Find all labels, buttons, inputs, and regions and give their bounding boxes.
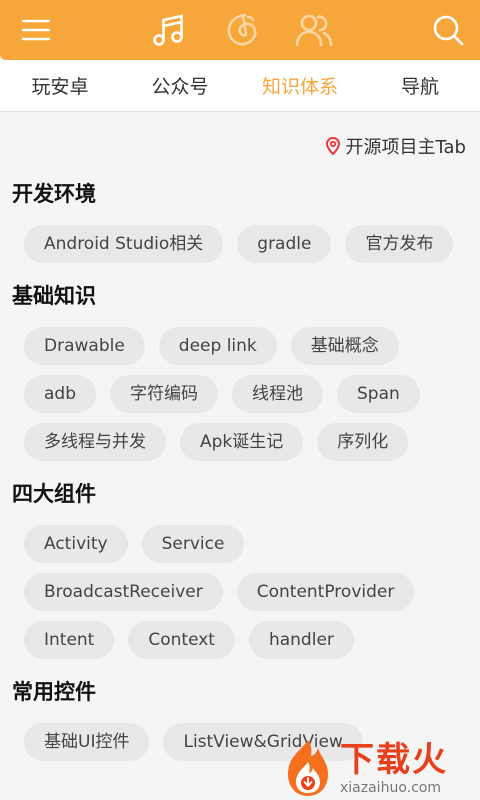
tag-group: Drawable deep link 基础概念 adb 字符编码 线程池 Span 多线程与并… [12, 327, 468, 471]
tab-bar: 玩安卓 公众号 知识体系 导航 [0, 60, 480, 112]
app-header [0, 0, 480, 60]
location-pin-icon [325, 137, 340, 155]
tag-chip[interactable]: Activity [24, 525, 128, 563]
tag-chip[interactable]: 官方发布 [345, 225, 454, 263]
music-note-icon[interactable] [144, 6, 192, 54]
tag-chip[interactable]: 字符编码 [110, 375, 218, 413]
menu-icon[interactable] [12, 6, 60, 54]
section-title: 常用控件 [12, 680, 96, 704]
tag-chip[interactable]: deep link [158, 327, 277, 365]
tag-group: Activity Service BroadcastReceiver ContentP… [12, 525, 468, 669]
tag-chip[interactable]: 序列化 [317, 423, 409, 461]
section-title: 开发环境 [12, 182, 96, 206]
section-title: 基础知识 [12, 284, 96, 308]
tag-chip[interactable]: BroadcastReceiver [24, 573, 223, 611]
knowledge-section: 基础知识 Drawable deep link 基础概念 adb 字符编码 线程池 Span 多… [0, 279, 480, 471]
tag-chip[interactable]: Intent [24, 621, 115, 659]
knowledge-list[interactable]: 开源项目主Tab 开发环境 Android Studio相关 gradle 官方发布基… [0, 113, 480, 800]
flame-logo-icon [280, 738, 336, 798]
watermark: 下载火 xiazaihuo.com [280, 736, 480, 800]
section-list: 开发环境 Android Studio相关 gradle 官方发布基础知识 Drawab… [0, 177, 480, 777]
tab-wan-android[interactable]: 玩安卓 [0, 60, 120, 111]
tab-knowledge-system[interactable]: 知识体系 [240, 60, 360, 111]
tab-navigation[interactable]: 导航 [360, 60, 480, 111]
tag-chip[interactable]: Span [337, 375, 420, 413]
tag-group: Android Studio相关 gradle 官方发布 [12, 225, 468, 273]
friends-icon[interactable] [290, 6, 338, 54]
tag-chip[interactable]: handler [248, 621, 354, 659]
tag-chip[interactable]: Drawable [24, 327, 145, 365]
tag-chip[interactable]: Context [128, 621, 235, 659]
knowledge-section: 四大组件 Activity Service BroadcastReceiver Cont… [0, 477, 480, 669]
section-title: 四大组件 [12, 482, 96, 506]
watermark-title: 下载火 [340, 740, 448, 780]
tag-chip[interactable]: gradle [237, 225, 332, 263]
tag-chip[interactable]: ContentProvider [236, 573, 415, 611]
tag-chip[interactable]: Android Studio相关 [24, 225, 224, 263]
open-source-link[interactable]: 开源项目主Tab [325, 133, 466, 159]
open-source-link-label: 开源项目主Tab [345, 137, 466, 158]
netease-music-icon[interactable] [218, 6, 266, 54]
search-icon[interactable] [424, 6, 472, 54]
watermark-url: xiazaihuo.com [340, 780, 441, 796]
tag-chip[interactable]: Service [141, 525, 245, 563]
tab-official-accounts[interactable]: 公众号 [120, 60, 240, 111]
knowledge-section: 开发环境 Android Studio相关 gradle 官方发布 [0, 177, 480, 273]
tag-chip[interactable]: 多线程与并发 [24, 423, 166, 461]
tag-chip[interactable]: Apk诞生记 [180, 423, 304, 461]
tag-chip[interactable]: 基础UI控件 [24, 723, 150, 761]
tag-chip[interactable]: adb [24, 375, 96, 413]
tag-chip[interactable]: 基础概念 [290, 327, 399, 365]
tag-chip[interactable]: 线程池 [232, 375, 323, 413]
